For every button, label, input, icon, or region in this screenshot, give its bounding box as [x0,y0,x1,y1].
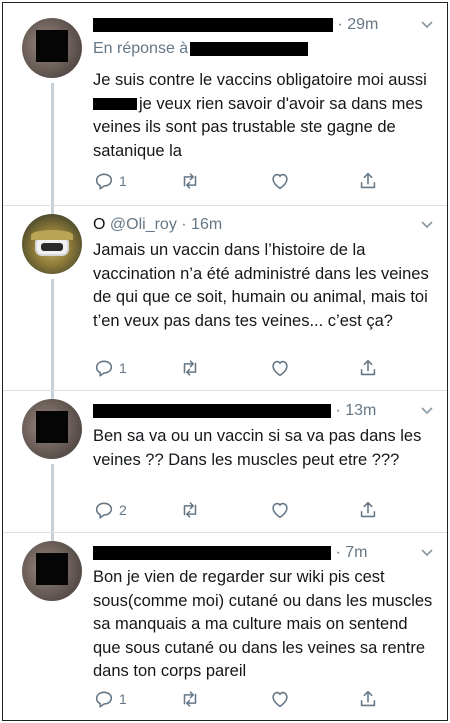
tweet-text: Ben sa va ou un vaccin si sa va pas dans… [93,427,422,469]
redacted-name [93,545,331,560]
retweet-icon [183,502,197,518]
thread-line [51,206,54,214]
heart-icon [272,173,288,190]
reply-button[interactable]: 1 [93,169,127,193]
action-bar: 2 [93,498,393,522]
redacted-word [93,98,137,111]
share-button[interactable] [357,169,379,193]
display-name[interactable]: O [93,216,105,233]
thread-line [51,391,54,399]
retweet-icon [183,173,197,189]
redaction-box [36,411,68,443]
heart-icon [272,502,288,519]
action-bar: 1 [93,356,393,380]
heart-icon [272,691,288,708]
tweet[interactable]: · 29m En réponse à Je suis contre le vac… [3,3,447,205]
avatar[interactable] [22,214,82,274]
thread-line [51,464,54,532]
reply-icon [95,502,113,519]
reply-button[interactable]: 1 [93,687,127,711]
like-button[interactable] [269,687,291,711]
action-bar: 1 [93,687,393,711]
like-button[interactable] [269,356,291,380]
redaction-box [36,553,68,585]
tweet-header: · 13m [93,402,433,424]
tweet-header: O @Oli_roy · 16m [93,216,433,238]
tweet-text-part: je veux rien savoir d'avoir sa dans mes … [93,94,423,160]
tweet-header: · 29m [93,16,433,38]
tweet[interactable]: · 13m Ben sa va ou un vaccin si sa va pa… [3,391,447,532]
chevron-down-icon[interactable] [420,546,434,560]
share-button[interactable] [357,687,379,711]
tweet-time: · 29m [337,16,379,33]
reply-count: 1 [119,691,127,707]
share-button[interactable] [357,356,379,380]
tweet-time: · 7m [335,544,368,561]
heart-icon [272,360,288,377]
reply-icon [95,360,113,377]
retweet-button[interactable] [179,687,201,711]
avatar[interactable] [22,399,82,459]
avatar[interactable] [22,541,82,601]
share-icon [360,359,376,376]
tweet-thread: · 29m En réponse à Je suis contre le vac… [2,2,448,721]
chevron-down-icon[interactable] [420,18,434,32]
share-icon [360,690,376,707]
thread-line [51,279,54,390]
action-bar: 1 [93,169,393,193]
thread-line [51,533,54,541]
redacted-name [93,403,331,418]
tweet-time: · 16m [181,216,223,233]
avatar-image [31,230,73,256]
retweet-button[interactable] [179,356,201,380]
chevron-down-icon[interactable] [420,404,434,418]
tweet-header: · 7m [93,544,433,566]
redacted-handle [190,41,309,56]
share-icon [360,501,376,518]
reply-prefix: En réponse à [93,40,189,57]
reply-count: 2 [119,502,127,518]
reply-count: 1 [119,360,127,376]
avatar[interactable] [22,18,82,78]
reply-icon [95,691,113,708]
redaction-box [36,30,68,62]
tweet-text: Je suis contre le vaccins obligatoire mo… [93,69,438,163]
redacted-name [93,17,333,32]
reply-button[interactable]: 1 [93,356,127,380]
reply-count: 1 [119,173,127,189]
reply-icon [95,173,113,190]
retweet-icon [183,691,197,707]
retweet-button[interactable] [179,498,201,522]
reply-button[interactable]: 2 [93,498,127,522]
tweet[interactable]: · 7m Bon je vien de regarder sur wiki pi… [3,533,447,720]
tweet[interactable]: O @Oli_roy · 16m Jamais un vaccin dans l… [3,206,447,390]
chevron-down-icon[interactable] [420,218,434,232]
retweet-icon [183,360,197,376]
tweet-text: Jamais un vaccin dans l’histoire de la v… [93,241,429,330]
share-button[interactable] [357,498,379,522]
tweet-text: Bon je vien de regarder sur wiki pis ces… [93,568,433,680]
user-handle[interactable]: @Oli_roy [110,216,177,233]
like-button[interactable] [269,498,291,522]
share-icon [360,172,376,189]
tweet-time: · 13m [335,402,377,419]
thread-line [51,83,54,205]
like-button[interactable] [269,169,291,193]
reply-context: En réponse à [93,40,309,58]
retweet-button[interactable] [179,169,201,193]
tweet-text-part: Je suis contre le vaccins obligatoire mo… [93,71,427,89]
